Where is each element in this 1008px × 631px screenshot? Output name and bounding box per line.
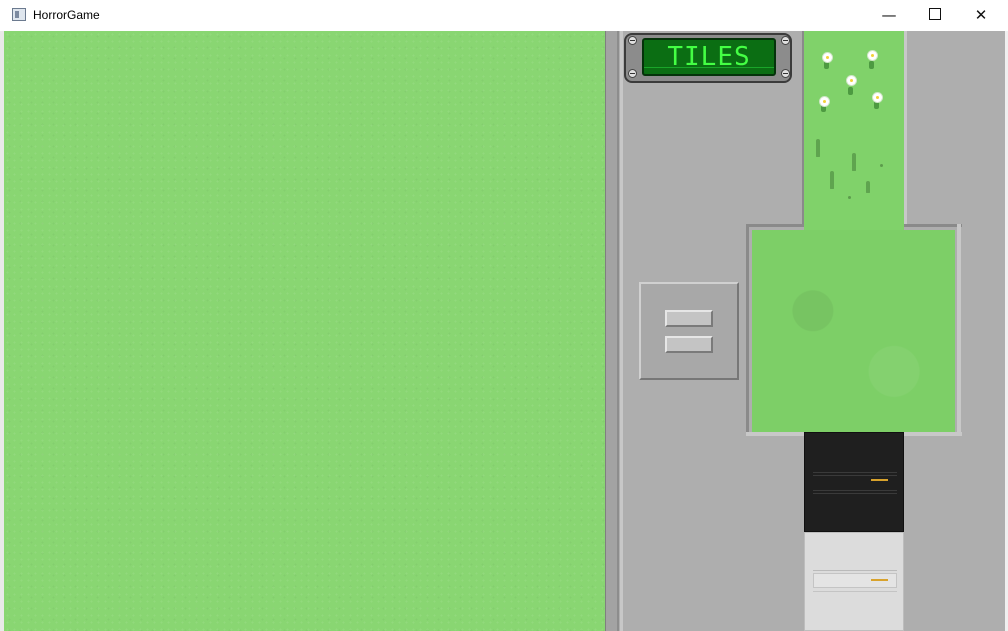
tile-frame-border [904,432,962,436]
tile-frame-border [904,224,962,227]
drawer [813,493,897,525]
flower-icon [820,97,829,106]
window-title: HorrorGame [33,8,100,22]
app-icon [12,8,26,21]
close-button[interactable]: ✕ [958,0,1004,31]
tile-frame-border [746,224,749,436]
close-icon: ✕ [974,6,988,24]
tile-frame-border [746,432,804,436]
drawer [813,539,897,571]
grass-dot [848,196,851,199]
flower-icon [847,76,856,85]
stem [869,61,874,69]
screw-icon [628,69,637,78]
tiles-header-label: TILES [642,38,776,76]
game-viewport[interactable] [4,31,605,631]
drawer [813,475,897,491]
tile-dark-cabinet[interactable] [804,432,904,532]
screw-icon [781,36,790,45]
grass-tuft [816,139,820,157]
stem [874,101,879,109]
grass-tuft [852,153,856,171]
window-titlebar: HorrorGame — ✕ [0,0,1008,31]
tile-light-cabinet[interactable] [804,532,904,631]
grass-dot [880,164,883,167]
panel-rail [620,31,623,631]
minimize-button[interactable]: — [866,0,912,31]
hamburger-menu-icon [665,336,713,353]
flower-icon [873,93,882,102]
drawer [813,591,897,625]
hamburger-menu-icon [665,310,713,327]
drawer-handle [871,479,888,481]
screw-icon [628,36,637,45]
maximize-button[interactable] [912,0,958,31]
flower-icon [823,53,832,62]
drawer-handle [871,579,888,581]
menu-button[interactable] [639,282,739,380]
panel-divider [605,31,619,631]
maximize-icon [929,8,941,20]
minimize-icon: — [881,6,897,24]
tile-frame-border [957,224,961,436]
drawer [813,441,897,473]
tile-frame-border [746,224,804,227]
tile-grass-flowers[interactable] [804,31,904,231]
tile-grass-plain[interactable] [752,230,955,432]
lcd-scanline [644,67,774,68]
stem [824,61,829,69]
tile-frame-border [904,31,907,226]
screw-icon [781,69,790,78]
grass-tuft [830,171,834,189]
flower-icon [868,51,877,60]
stem [848,87,853,95]
grass-tuft [866,181,870,193]
